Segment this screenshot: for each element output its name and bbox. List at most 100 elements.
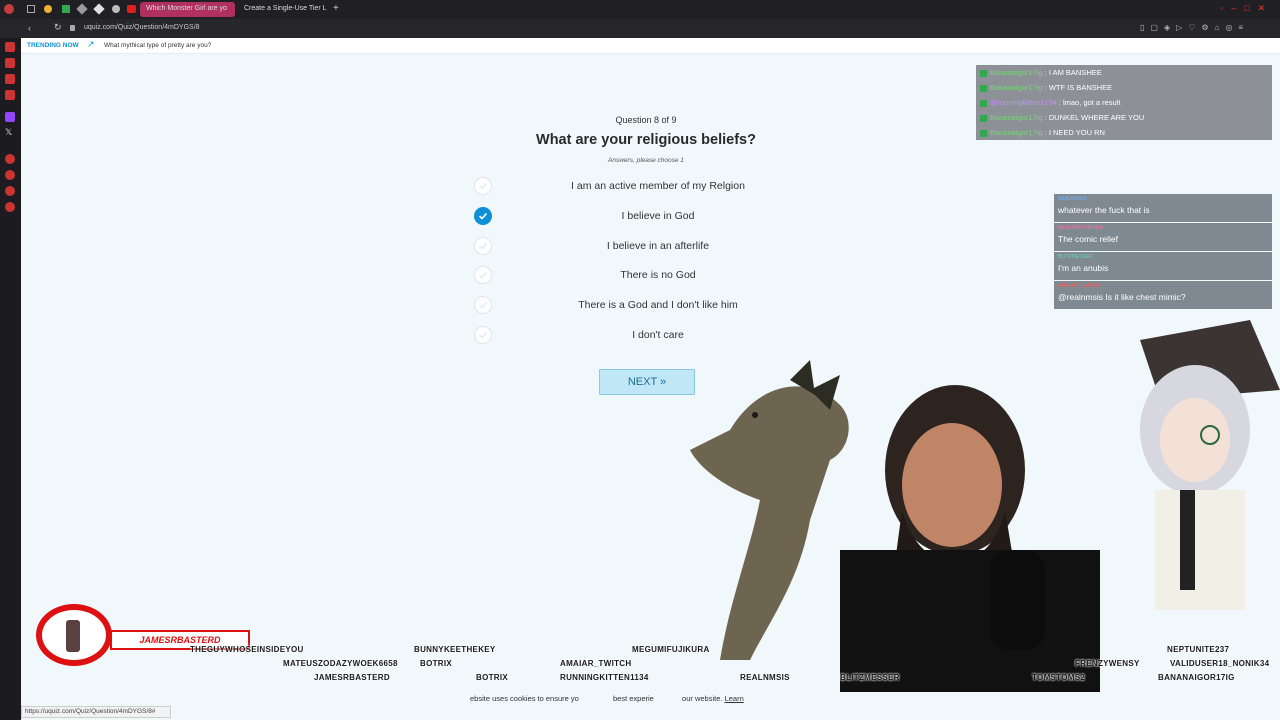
tab-favicon-5[interactable]	[112, 5, 120, 13]
tab-inactive[interactable]: Create a Single-Use Tier L	[238, 2, 330, 17]
browser-sidebar: 𝕏	[0, 38, 21, 720]
tab-favicon-4[interactable]	[93, 3, 105, 15]
tab-favicon-6[interactable]	[127, 5, 136, 13]
streamer-webcam	[840, 385, 1100, 692]
chat-platform-icon	[980, 114, 987, 122]
answer-check-icon[interactable]	[474, 177, 492, 195]
answer-check-icon[interactable]	[474, 207, 492, 225]
chat-user: Bananalgor17ig	[990, 68, 1043, 77]
chat-line: Bananalgor17ig : DUNKEL WHERE ARE YOU	[976, 110, 1272, 125]
chat-platform-icon	[980, 99, 987, 107]
tab-active-label: Which Monster Girl are yo	[146, 5, 227, 12]
answer-option[interactable]: There is no God	[474, 266, 834, 284]
chat-user: Bananalgor17ig	[990, 128, 1043, 137]
alert-avatar	[66, 620, 80, 652]
tab-favicon-1[interactable]	[44, 5, 52, 13]
answer-option[interactable]: I am an active member of my Relgion	[474, 177, 834, 195]
alert-name: JAMESRBASTERD	[139, 635, 221, 645]
answer-check-icon[interactable]	[474, 296, 492, 314]
new-tab-icon[interactable]: +	[333, 3, 339, 14]
viewer-alias: BOTRIX	[476, 673, 509, 682]
answer-hint: Answers, please choose 1	[608, 157, 684, 164]
browser-menu-icon[interactable]	[4, 4, 14, 14]
next-button-label: NEXT »	[627, 376, 667, 388]
viewer-alias: RUNNINGKITTEN1134	[560, 673, 649, 682]
chat-card: BLITZMESSER I'm an anubis	[1054, 252, 1272, 280]
viewer-alias: FRENZYWENSY	[1075, 659, 1140, 668]
raptor-mascot	[690, 360, 849, 660]
next-button[interactable]: NEXT »	[599, 369, 695, 395]
tab-favicon-3[interactable]	[76, 3, 88, 15]
viewer-alias: NEPTUNITE237	[1167, 645, 1230, 654]
answer-check-icon[interactable]	[474, 237, 492, 255]
viewer-alias: JAMESRBASTERD	[314, 673, 390, 682]
workspace-icon[interactable]	[27, 5, 35, 13]
toolbar-icons[interactable]: ▯▢◈▷♡⚙⌂◎≡	[1140, 23, 1275, 34]
cookie-learn-link[interactable]: Learn	[725, 694, 744, 703]
back-icon[interactable]: ‹	[28, 23, 31, 33]
trending-icon: ↗	[87, 39, 95, 49]
chat-line: Bananalgor17ig : I NEED YOU RN	[976, 125, 1272, 140]
answer-option[interactable]: I believe in an afterlife	[474, 237, 834, 255]
tab-inactive-label: Create a Single-Use Tier L	[244, 5, 327, 12]
sidebar-icon-6[interactable]	[5, 170, 15, 180]
lock-icon	[70, 25, 75, 31]
browser-tab-bar: Which Monster Girl are yo Create a Singl…	[0, 0, 1280, 19]
chat-line: @runningkitten1134 : lmao, got a result	[976, 95, 1272, 110]
trending-link[interactable]: What mythical type of pretty are you?	[104, 42, 211, 49]
sidebar-icon-3[interactable]	[5, 74, 15, 84]
trending-label: TRENDING NOW	[27, 42, 79, 49]
viewer-alias: AMAIAR_TWITCH	[560, 659, 632, 668]
chat-card: MEGUMIFUJIKURA The comic relief	[1054, 223, 1272, 251]
chat-user: @runningkitten1134	[990, 98, 1057, 107]
chat-card: REALNMSIS whatever the fuck that is	[1054, 194, 1272, 222]
answer-option-label: I am an active member of my Relgion	[571, 180, 745, 192]
tab-favicon-2[interactable]	[62, 5, 70, 13]
answer-option[interactable]: I believe in God	[474, 207, 834, 225]
tab-active[interactable]: Which Monster Girl are yo	[140, 2, 235, 17]
chat-card-message: I'm an anubis	[1058, 263, 1109, 273]
viewer-alias: BUNNYKEETHEKEY	[414, 645, 496, 654]
window-controls[interactable]: ◦–□✕	[1220, 3, 1276, 15]
answer-check-icon[interactable]	[474, 326, 492, 344]
sidebar-icon-7[interactable]	[5, 186, 15, 196]
chat-line: Bananalgor17ig : I AM BANSHEE	[976, 65, 1272, 80]
cookie-notice: ebsite uses cookies to ensure yo best ex…	[470, 694, 770, 708]
answer-option-label: I believe in an afterlife	[606, 240, 710, 252]
chat-card-message: The comic relief	[1058, 234, 1118, 244]
chat-card-message: whatever the fuck that is	[1058, 205, 1150, 215]
chat-card: AMAIAR_TWITCH @realnmsis Is it like chest…	[1054, 281, 1272, 309]
cookie-text2: best experie	[613, 694, 654, 703]
status-url: https://uquiz.com/Quiz/Question/4mDYGS/8…	[21, 706, 171, 718]
chat-user: Bananalgor17ig	[990, 113, 1043, 122]
address-field[interactable]: uquiz.com/Quiz/Question/4mDYGS/8	[84, 24, 200, 31]
x-icon[interactable]: 𝕏	[5, 127, 12, 138]
chat-message: DUNKEL WHERE ARE YOU	[1048, 113, 1145, 122]
sidebar-icon-1[interactable]	[5, 42, 15, 52]
viewer-alias: THEGUYWHOSEINSIDEYOU	[190, 645, 304, 654]
chat-card-user: MEGUMIFUJIKURA	[1058, 225, 1103, 231]
webcam-overlay	[690, 320, 1280, 692]
sidebar-icon-2[interactable]	[5, 58, 15, 68]
cookie-text3: our website.	[682, 694, 723, 703]
chat-line: Bananalgor17ig : WTF IS BANSHEE	[976, 80, 1272, 95]
answer-option[interactable]: There is a God and I don't like him	[474, 296, 834, 314]
question-progress: Question 8 of 9	[615, 115, 677, 125]
sidebar-icon-5[interactable]	[5, 154, 15, 164]
chat-card-user: AMAIAR_TWITCH	[1058, 283, 1100, 289]
cookie-text: ebsite uses cookies to ensure yo	[470, 694, 579, 703]
viewer-alias: BLITZMESSER	[840, 673, 900, 682]
sidebar-icon-8[interactable]	[5, 202, 15, 212]
reload-icon[interactable]: ↻	[54, 22, 62, 33]
answer-option-label: I believe in God	[621, 210, 695, 222]
chat-card-message: @realnmsis Is it like chest mimic?	[1058, 292, 1186, 302]
sidebar-icon-4[interactable]	[5, 90, 15, 100]
answer-check-icon[interactable]	[474, 266, 492, 284]
chat-platform-icon	[980, 84, 987, 92]
twitch-icon[interactable]	[5, 112, 15, 122]
chat-message: I NEED YOU RN	[1048, 128, 1105, 137]
chat-message: lmao, got a result	[1062, 98, 1121, 107]
alert-badge: JAMESRBASTERD	[32, 600, 252, 670]
viewer-alias: BANANAIGOR17IG	[1158, 673, 1235, 682]
vtuber-avatar	[1140, 320, 1280, 610]
